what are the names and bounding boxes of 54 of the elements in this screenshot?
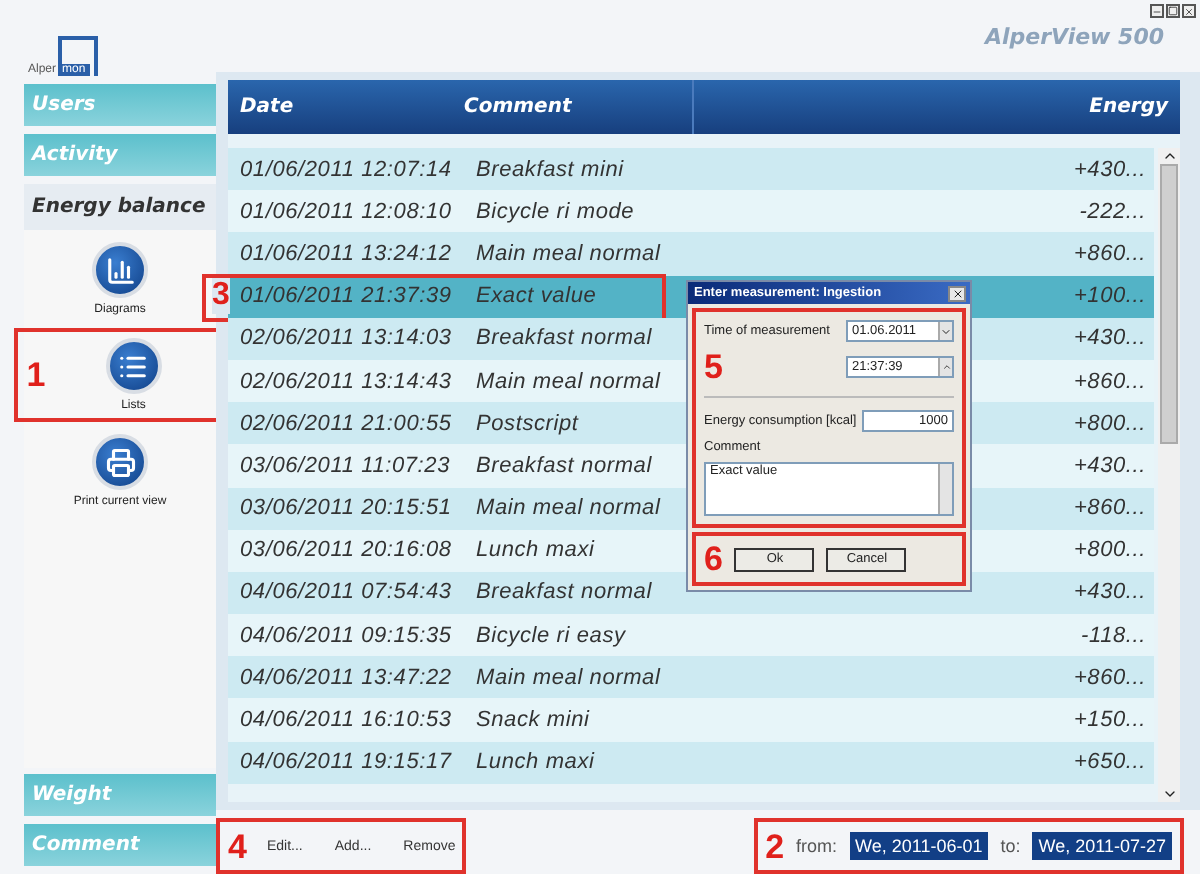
date-cell: 02/06/2011 13:14:03 <box>240 326 452 351</box>
energy-cell: +430... <box>1073 580 1146 605</box>
date-cell: 02/06/2011 13:14:43 <box>240 369 452 394</box>
date-cell: 03/06/2011 11:07:23 <box>240 453 450 478</box>
energy-cell: +800... <box>1073 411 1146 436</box>
to-label: to: <box>1000 836 1021 856</box>
comment-cell: Main meal normal <box>476 665 661 690</box>
date-cell: 04/06/2011 13:47:22 <box>240 665 452 690</box>
callout-number: 5 <box>704 350 723 384</box>
date-cell: 04/06/2011 09:15:35 <box>240 623 452 648</box>
comment-cell: Postscript <box>476 411 579 436</box>
callout-number: 2 <box>765 829 785 863</box>
comment-cell: Main meal normal <box>476 496 661 521</box>
date-cell: 03/06/2011 20:15:51 <box>240 496 452 521</box>
energy-cell: +430... <box>1073 326 1146 351</box>
comment-cell: Breakfast mini <box>476 157 624 182</box>
date-cell: 04/06/2011 16:10:53 <box>240 708 452 733</box>
date-cell: 01/06/2011 13:24:12 <box>240 241 452 266</box>
app-title: AlperView 500 <box>984 23 1164 49</box>
energy-cell: +800... <box>1073 538 1146 563</box>
energy-cell: +860... <box>1073 369 1146 394</box>
comment-cell: Breakfast normal <box>476 453 652 478</box>
callout-number: 1 <box>26 358 46 392</box>
comment-cell: Main meal normal <box>476 369 661 394</box>
date-cell: 01/06/2011 21:37:39 <box>240 284 452 309</box>
date-cell: 01/06/2011 12:08:10 <box>240 199 452 224</box>
from-label: from: <box>796 836 838 856</box>
comment-cell: Bicycle ri mode <box>476 199 635 224</box>
comment-cell: Snack mini <box>476 708 590 733</box>
energy-cell: -118... <box>1081 623 1146 648</box>
energy-cell: -222... <box>1079 199 1146 224</box>
date-cell: 03/06/2011 20:16:08 <box>240 538 452 563</box>
energy-cell: +650... <box>1073 750 1146 775</box>
date-cell: 04/06/2011 07:54:43 <box>240 580 452 605</box>
callout-number: 4 <box>228 829 247 863</box>
comment-cell: Main meal normal <box>476 241 661 266</box>
date-cell: 02/06/2011 21:00:55 <box>240 411 452 436</box>
energy-cell: +860... <box>1073 665 1146 690</box>
comment-cell: Lunch maxi <box>476 538 595 563</box>
energy-cell: +150... <box>1073 708 1146 733</box>
energy-cell: +860... <box>1073 496 1146 521</box>
date-cell: 01/06/2011 12:07:14 <box>240 157 452 182</box>
energy-cell: +430... <box>1073 453 1146 478</box>
comment-cell: Bicycle ri easy <box>476 623 626 648</box>
comment-cell: Breakfast normal <box>476 326 652 351</box>
comment-cell: Exact value <box>476 284 597 309</box>
comment-cell: Lunch maxi <box>476 750 595 775</box>
date-cell: 04/06/2011 19:15:17 <box>240 750 452 775</box>
callout-number: 6 <box>704 542 723 576</box>
energy-cell: +860... <box>1073 241 1146 266</box>
energy-cell: +430... <box>1073 157 1146 182</box>
callout-number: 3 <box>212 278 231 315</box>
energy-cell: +100... <box>1073 284 1146 309</box>
comment-cell: Breakfast normal <box>476 580 652 605</box>
